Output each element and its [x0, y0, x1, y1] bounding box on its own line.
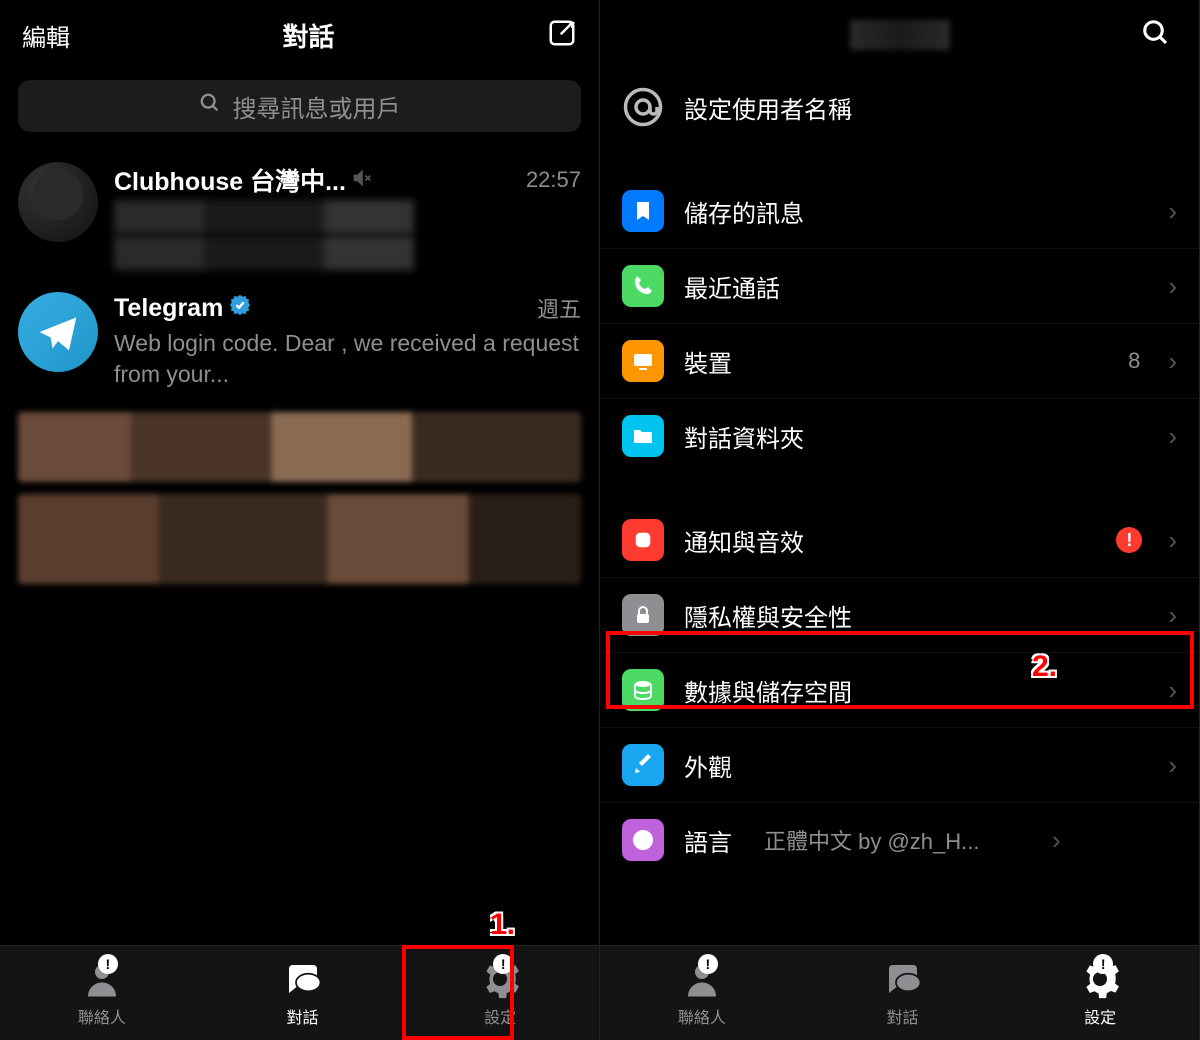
search-icon	[199, 92, 221, 121]
settings-label: 隱私權與安全性	[684, 598, 1148, 633]
chevron-right-icon: ›	[1168, 346, 1177, 377]
edit-button[interactable]: 編輯	[22, 18, 70, 53]
annotation-step-2: 2.	[1032, 650, 1057, 684]
settings-label: 裝置	[684, 344, 1108, 379]
bookmark-icon	[622, 190, 664, 232]
settings-label: 儲存的訊息	[684, 194, 1148, 229]
chat-name: Telegram	[114, 294, 251, 323]
verified-icon	[229, 294, 251, 323]
settings-value: 8	[1128, 348, 1140, 374]
settings-row-saved-messages[interactable]: 儲存的訊息 ›	[600, 174, 1199, 249]
database-icon	[622, 669, 664, 711]
chevron-right-icon: ›	[1052, 825, 1061, 856]
tab-bar: ! 聯絡人 對話 ! 設定	[0, 945, 599, 1040]
chat-list-item[interactable]: Clubhouse 台灣中... 22:57	[0, 152, 599, 282]
tab-label: 聯絡人	[78, 1004, 126, 1028]
bell-icon	[622, 519, 664, 561]
settings-value: 正體中文 by @zh_H...	[764, 824, 1024, 856]
settings-label: 設定使用者名稱	[684, 90, 1177, 125]
settings-label: 語言	[684, 823, 732, 858]
settings-row-notifications[interactable]: 通知與音效 ›	[600, 503, 1199, 578]
redacted-username	[850, 20, 950, 50]
avatar	[18, 292, 98, 372]
settings-label: 數據與儲存空間	[684, 673, 1148, 708]
settings-row-devices[interactable]: 裝置 8 ›	[600, 324, 1199, 399]
settings-row-privacy[interactable]: 隱私權與安全性 ›	[600, 578, 1199, 653]
settings-label: 通知與音效	[684, 523, 1096, 558]
chats-screen: 編輯 對話 搜尋訊息或用戶 Clubhouse 台灣中...	[0, 0, 600, 1040]
settings-label: 外觀	[684, 748, 1148, 783]
folder-icon	[622, 415, 664, 457]
alert-badge-icon	[1116, 527, 1142, 553]
search-placeholder: 搜尋訊息或用戶	[233, 89, 401, 124]
settings-row-appearance[interactable]: 外觀 ›	[600, 728, 1199, 803]
lock-icon	[622, 594, 664, 636]
tab-settings[interactable]: ! 設定	[1079, 958, 1121, 1028]
chat-list: Clubhouse 台灣中... 22:57 Telegram	[0, 152, 599, 584]
chevron-right-icon: ›	[1168, 525, 1177, 556]
redacted-chat	[18, 494, 581, 584]
settings-row-data-storage[interactable]: 數據與儲存空間 ›	[600, 653, 1199, 728]
settings-label: 最近通話	[684, 269, 1148, 304]
chevron-right-icon: ›	[1168, 675, 1177, 706]
tab-label: 對話	[286, 1004, 318, 1028]
phone-icon	[622, 265, 664, 307]
settings-screen: 設定使用者名稱 儲存的訊息 › 最近通話 › 裝置 8 › 對話資料夾 › 通知…	[600, 0, 1200, 1040]
chat-time: 22:57	[526, 167, 581, 193]
settings-row-username[interactable]: 設定使用者名稱	[600, 70, 1199, 144]
annotation-step-1: 1.	[490, 908, 515, 942]
compose-icon[interactable]	[547, 18, 577, 53]
search-icon[interactable]	[1141, 18, 1171, 53]
tab-label: 聯絡人	[678, 1004, 726, 1028]
tab-label: 設定	[1084, 1004, 1116, 1028]
settings-row-language[interactable]: 語言 正體中文 by @zh_H... ›	[600, 803, 1199, 877]
alert-badge-icon: !	[98, 954, 118, 974]
search-input[interactable]: 搜尋訊息或用戶	[18, 80, 581, 132]
tab-label: 設定	[484, 1004, 516, 1028]
tab-contacts[interactable]: ! 聯絡人	[678, 958, 726, 1028]
globe-icon	[622, 819, 664, 861]
settings-row-recent-calls[interactable]: 最近通話 ›	[600, 249, 1199, 324]
chat-preview: Web login code. Dear , we received a req…	[114, 328, 581, 390]
settings-row-chat-folders[interactable]: 對話資料夾 ›	[600, 399, 1199, 473]
chevron-right-icon: ›	[1168, 196, 1177, 227]
tab-label: 對話	[886, 1004, 918, 1028]
avatar	[18, 162, 98, 242]
tab-chats[interactable]: 對話	[282, 958, 324, 1028]
chat-name: Clubhouse 台灣中...	[114, 162, 372, 198]
at-icon	[622, 86, 664, 128]
tab-chats[interactable]: 對話	[882, 958, 924, 1028]
alert-badge-icon: !	[698, 954, 718, 974]
tab-contacts[interactable]: ! 聯絡人	[78, 958, 126, 1028]
chevron-right-icon: ›	[1168, 600, 1177, 631]
device-icon	[622, 340, 664, 382]
redacted-preview	[114, 200, 414, 234]
settings-header	[600, 0, 1199, 70]
settings-label: 對話資料夾	[684, 419, 1148, 454]
chat-list-item[interactable]: Telegram 週五 Web login code. Dear , we re…	[0, 282, 599, 400]
brush-icon	[622, 744, 664, 786]
chevron-right-icon: ›	[1168, 421, 1177, 452]
redacted-preview	[114, 236, 414, 270]
chats-header: 編輯 對話	[0, 0, 599, 70]
chat-time: 週五	[537, 292, 581, 324]
redacted-chat	[18, 412, 581, 482]
chats-title: 對話	[282, 17, 334, 54]
muted-icon	[352, 166, 372, 195]
chevron-right-icon: ›	[1168, 271, 1177, 302]
tab-settings[interactable]: ! 設定	[479, 958, 521, 1028]
tab-bar: ! 聯絡人 對話 ! 設定	[600, 945, 1199, 1040]
chevron-right-icon: ›	[1168, 750, 1177, 781]
